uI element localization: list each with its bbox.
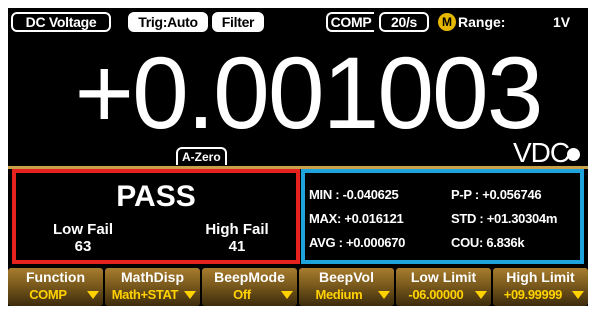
triangle-down-icon (572, 291, 584, 299)
softkey-mathdisp[interactable]: MathDisp Math+STAT (105, 268, 200, 306)
low-fail-count: 63 (74, 238, 92, 255)
stat-pp: P-P : +0.056746 (451, 187, 542, 202)
triangle-down-icon (281, 291, 293, 299)
trigger-indicator: Trig:Auto (128, 12, 208, 32)
comp-indicator: COMP (326, 12, 374, 32)
filter-label: Filter (221, 14, 255, 30)
softkey-beepmode[interactable]: BeepMode Off (202, 268, 297, 306)
trigger-label: Trig:Auto (138, 14, 198, 30)
triangle-down-icon (475, 291, 487, 299)
softkey-value: Medium (315, 287, 363, 302)
softkey-value: Off (233, 287, 251, 302)
function-label: DC Voltage (25, 14, 97, 30)
low-fail-label: Low Fail (53, 221, 113, 238)
dmm-screen: DC Voltage Trig:Auto Filter COMP 20/s M … (8, 8, 588, 306)
softkey-label: BeepMode (214, 269, 285, 285)
range-value: 1V (553, 14, 571, 30)
circle-m-icon: M (438, 13, 456, 31)
softkey-value: Math+STAT (111, 287, 179, 302)
math-badge-label: M (442, 15, 452, 29)
softkey-value: COMP (29, 287, 67, 302)
stat-avg: AVG : +0.000670 (309, 235, 406, 250)
softkey-beepvol[interactable]: BeepVol Medium (299, 268, 394, 306)
high-fail-block: High Fail 41 (192, 221, 282, 255)
stat-max: MAX: +0.016121 (309, 211, 404, 226)
comp-label: COMP (330, 14, 372, 30)
range-label: Range: (458, 14, 506, 30)
softkey-label: MathDisp (121, 269, 184, 285)
triangle-down-icon (184, 291, 196, 299)
comparator-panel: PASS Low Fail 63 High Fail 41 (12, 169, 300, 264)
softkey-value: +09.99999 (503, 287, 563, 302)
high-fail-count: 41 (228, 238, 246, 255)
azero-indicator: A-Zero (176, 147, 227, 165)
rate-indicator: 20/s (379, 12, 429, 32)
triangle-down-icon (87, 291, 99, 299)
softkey-bar: Function COMP MathDisp Math+STAT BeepMod… (8, 268, 588, 306)
unit-label: VDC (513, 137, 570, 168)
softkey-label: BeepVol (319, 269, 374, 285)
high-fail-label: High Fail (205, 221, 269, 238)
softkey-value: -06.00000 (408, 287, 464, 302)
triangle-down-icon (378, 291, 390, 299)
softkey-function[interactable]: Function COMP (8, 268, 103, 306)
stat-std: STD : +01.30304m (451, 211, 558, 226)
function-indicator: DC Voltage (11, 12, 111, 32)
main-reading: +0.001003 (74, 36, 544, 150)
pass-result: PASS (116, 180, 196, 213)
softkey-label: Function (25, 269, 86, 285)
statistics-panel: MIN : -0.040625 MAX: +0.016121 AVG : +0.… (301, 169, 584, 264)
low-fail-block: Low Fail 63 (38, 221, 128, 255)
stat-min: MIN : -0.040625 (309, 187, 399, 202)
filter-indicator: Filter (212, 12, 264, 32)
softkey-label: High Limit (506, 269, 575, 285)
filled-circle-icon (567, 148, 580, 161)
softkey-low-limit[interactable]: Low Limit -06.00000 (396, 268, 491, 306)
stat-cou: COU: 6.836k (451, 235, 525, 250)
rate-label: 20/s (390, 14, 418, 30)
softkey-high-limit[interactable]: High Limit +09.99999 (493, 268, 588, 306)
softkey-label: Low Limit (410, 269, 477, 285)
